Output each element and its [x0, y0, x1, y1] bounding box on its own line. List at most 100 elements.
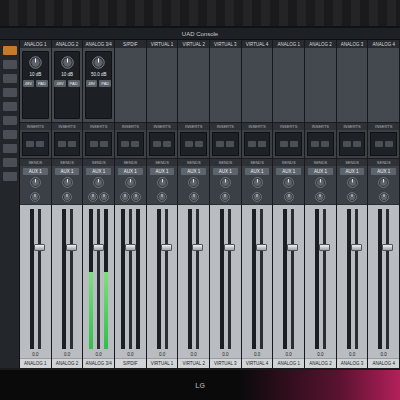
pan-knob[interactable] — [99, 192, 109, 202]
aux-send-button[interactable]: AUX 1 — [245, 168, 270, 175]
insert-slot[interactable] — [248, 141, 256, 147]
insert-slot[interactable] — [290, 141, 298, 147]
fader-cap[interactable] — [34, 244, 45, 251]
insert-slot[interactable] — [153, 141, 161, 147]
fader-cap[interactable] — [93, 244, 104, 251]
insert-slots[interactable] — [149, 132, 176, 156]
insert-slot[interactable] — [321, 141, 329, 147]
sidebar-button[interactable] — [3, 60, 17, 69]
fader-track[interactable] — [291, 209, 294, 349]
fader-cap[interactable] — [256, 244, 267, 251]
gain-knob[interactable] — [92, 56, 105, 69]
send-knob[interactable] — [157, 177, 168, 188]
pan-knob[interactable] — [315, 192, 325, 202]
insert-slot[interactable] — [258, 141, 266, 147]
aux-send-button[interactable]: AUX 1 — [181, 168, 206, 175]
insert-slot[interactable] — [185, 141, 193, 147]
pan-knob[interactable] — [131, 192, 141, 202]
send-knob[interactable] — [30, 177, 41, 188]
fader-cap[interactable] — [125, 244, 136, 251]
fader-cap[interactable] — [382, 244, 393, 251]
aux-send-button[interactable]: AUX 1 — [213, 168, 238, 175]
insert-slots[interactable] — [85, 132, 112, 156]
send-knob[interactable] — [283, 177, 294, 188]
insert-slot[interactable] — [343, 141, 351, 147]
pan-knob[interactable] — [157, 192, 167, 202]
fader-cap[interactable] — [66, 244, 77, 251]
fader-cap[interactable] — [161, 244, 172, 251]
sidebar-button[interactable] — [3, 158, 17, 167]
insert-slot[interactable] — [375, 141, 383, 147]
fader-track[interactable] — [228, 209, 231, 349]
insert-slot[interactable] — [68, 141, 76, 147]
fader-track[interactable] — [129, 209, 132, 349]
insert-slot[interactable] — [353, 141, 361, 147]
fader-track[interactable] — [97, 209, 100, 349]
fader-cap[interactable] — [224, 244, 235, 251]
sidebar-button[interactable] — [3, 102, 17, 111]
insert-slot[interactable] — [311, 141, 319, 147]
send-knob[interactable] — [347, 177, 358, 188]
sidebar-button[interactable] — [3, 130, 17, 139]
send-knob[interactable] — [62, 177, 73, 188]
fader-cap[interactable] — [192, 244, 203, 251]
aux-send-button[interactable]: AUX 1 — [150, 168, 175, 175]
aux-send-button[interactable]: AUX 1 — [371, 168, 396, 175]
insert-slots[interactable] — [275, 132, 302, 156]
insert-slot[interactable] — [163, 141, 171, 147]
insert-slot[interactable] — [280, 141, 288, 147]
pan-knob[interactable] — [120, 192, 130, 202]
send-knob[interactable] — [93, 177, 104, 188]
pan-knob[interactable] — [30, 192, 40, 202]
fader-cap[interactable] — [287, 244, 298, 251]
insert-slot[interactable] — [26, 141, 34, 147]
aux-send-button[interactable]: AUX 1 — [118, 168, 143, 175]
preamp-button[interactable]: 48V — [54, 80, 65, 87]
sidebar-button[interactable] — [3, 74, 17, 83]
pan-knob[interactable] — [347, 192, 357, 202]
fader-track[interactable] — [196, 209, 199, 349]
insert-slot[interactable] — [90, 141, 98, 147]
sidebar-button[interactable] — [3, 144, 17, 153]
sidebar-button[interactable] — [3, 46, 17, 55]
aux-send-button[interactable]: AUX 1 — [308, 168, 333, 175]
send-knob[interactable] — [125, 177, 136, 188]
sidebar-button[interactable] — [3, 116, 17, 125]
aux-send-button[interactable]: AUX 1 — [276, 168, 301, 175]
pan-knob[interactable] — [189, 192, 199, 202]
fader-track[interactable] — [386, 209, 389, 349]
gain-knob[interactable] — [29, 56, 42, 69]
insert-slots[interactable] — [22, 132, 49, 156]
insert-slots[interactable] — [307, 132, 334, 156]
insert-slots[interactable] — [370, 132, 397, 156]
insert-slots[interactable] — [212, 132, 239, 156]
insert-slot[interactable] — [216, 141, 224, 147]
insert-slot[interactable] — [195, 141, 203, 147]
insert-slot[interactable] — [226, 141, 234, 147]
preamp-button[interactable]: PAD — [68, 80, 80, 87]
fader-cap[interactable] — [351, 244, 362, 251]
aux-send-button[interactable]: AUX 1 — [340, 168, 365, 175]
insert-slot[interactable] — [58, 141, 66, 147]
sidebar-button[interactable] — [3, 172, 17, 181]
aux-send-button[interactable]: AUX 1 — [86, 168, 111, 175]
pan-knob[interactable] — [220, 192, 230, 202]
aux-send-button[interactable]: AUX 1 — [55, 168, 80, 175]
send-knob[interactable] — [188, 177, 199, 188]
fader-track[interactable] — [165, 209, 168, 349]
send-knob[interactable] — [378, 177, 389, 188]
fader-cap[interactable] — [319, 244, 330, 251]
send-knob[interactable] — [220, 177, 231, 188]
gain-knob[interactable] — [61, 56, 74, 69]
aux-send-button[interactable]: AUX 1 — [23, 168, 48, 175]
insert-slot[interactable] — [121, 141, 129, 147]
insert-slots[interactable] — [180, 132, 207, 156]
insert-slot[interactable] — [385, 141, 393, 147]
preamp-button[interactable]: 48V — [86, 80, 97, 87]
sidebar-button[interactable] — [3, 88, 17, 97]
send-knob[interactable] — [315, 177, 326, 188]
pan-knob[interactable] — [62, 192, 72, 202]
insert-slots[interactable] — [117, 132, 144, 156]
insert-slot[interactable] — [36, 141, 44, 147]
preamp-button[interactable]: PAD — [99, 80, 111, 87]
